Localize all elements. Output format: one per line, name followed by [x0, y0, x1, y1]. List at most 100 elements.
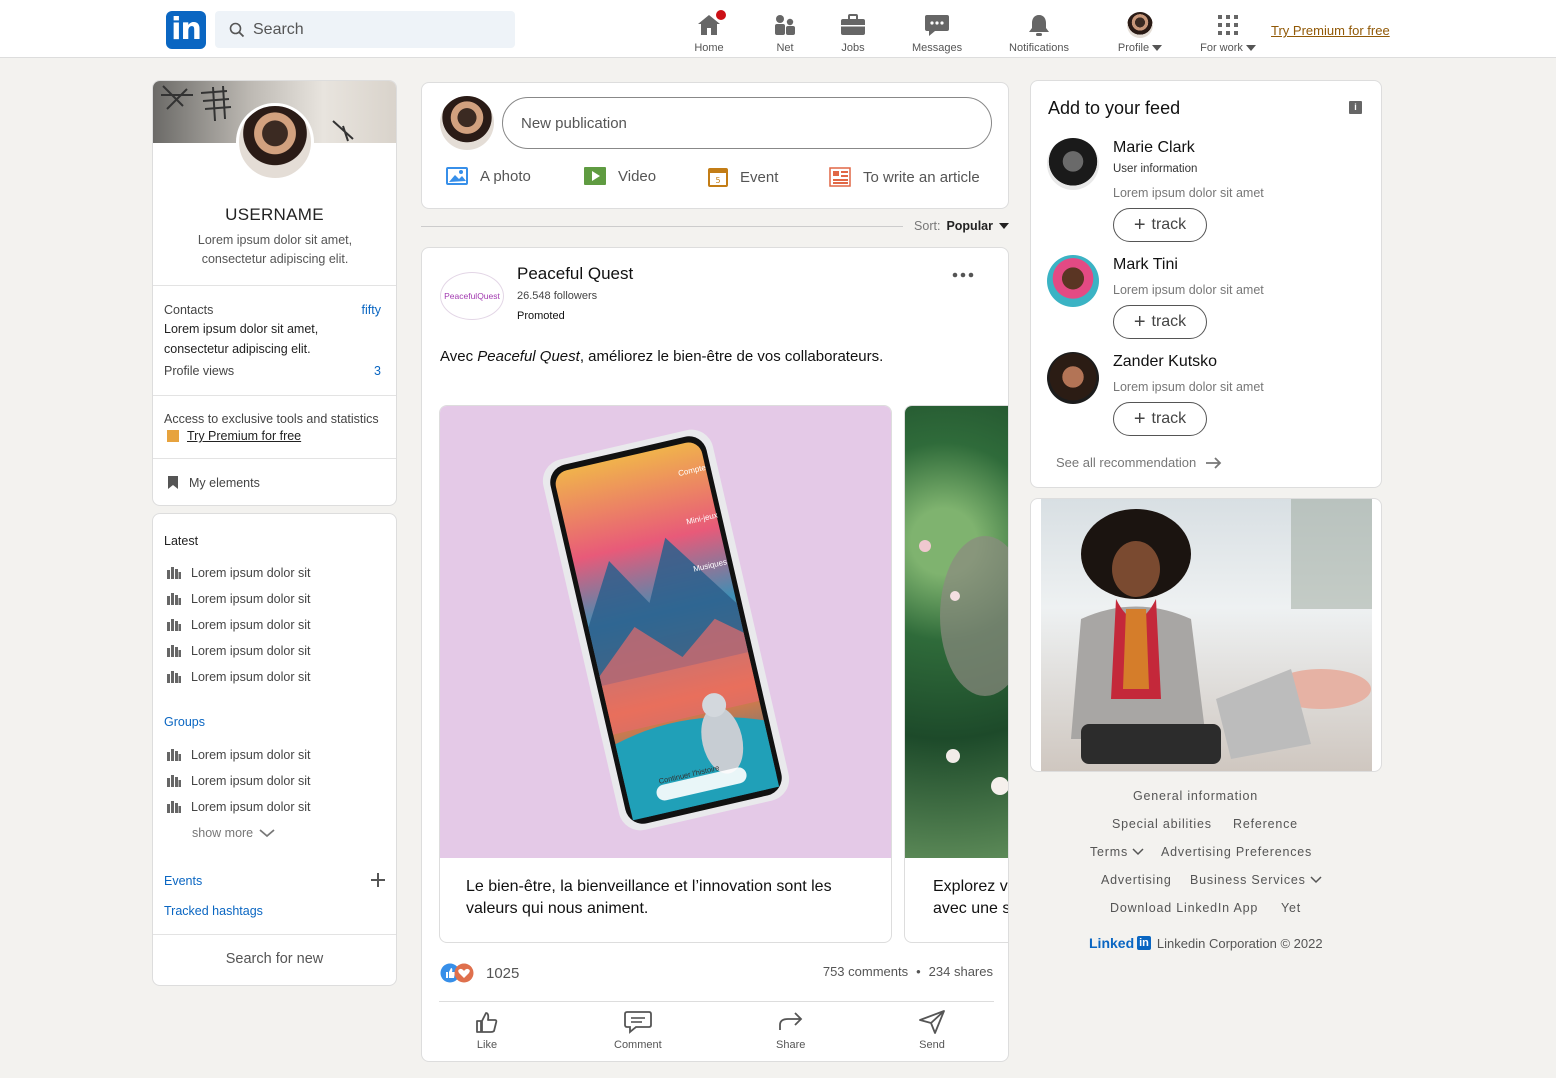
shortcuts-card: Latest Lorem ipsum dolor sit Lorem ipsum …: [152, 513, 397, 986]
profile-views-count[interactable]: 3: [374, 364, 381, 378]
contacts-count[interactable]: fifty: [362, 303, 381, 317]
list-item-label: Lorem ipsum dolor sit: [191, 774, 311, 788]
footer-business-services[interactable]: Business Services: [1190, 873, 1322, 887]
new-publication-input[interactable]: New publication: [502, 97, 992, 149]
footer-terms[interactable]: Terms: [1090, 845, 1144, 859]
nav-net[interactable]: Net: [770, 6, 800, 54]
suggestion-name[interactable]: Zander Kutsko: [1113, 353, 1217, 371]
list-item-label: Lorem ipsum dolor sit: [191, 592, 311, 606]
send-button[interactable]: Send: [919, 1010, 945, 1051]
write-article-button[interactable]: To write an article: [829, 167, 980, 187]
linkedin-logo[interactable]: in: [166, 11, 206, 49]
list-item-label: Lorem ipsum dolor sit: [191, 670, 311, 684]
list-item-label: Lorem ipsum dolor sit: [191, 748, 311, 762]
list-item[interactable]: Lorem ipsum dolor sit: [167, 774, 311, 788]
carousel-caption-1: Le bien-être, la bienveillance et l’inno…: [466, 878, 832, 917]
footer-special-abilities[interactable]: Special abilities: [1112, 817, 1212, 831]
ad-card[interactable]: [1030, 498, 1382, 772]
try-premium-link[interactable]: Try Premium for free: [1271, 23, 1390, 38]
promoted-label: Promoted: [517, 310, 565, 322]
sort-row: Sort: Popular: [421, 216, 1009, 238]
sort-dropdown[interactable]: Sort: Popular: [914, 219, 1009, 233]
list-item[interactable]: Lorem ipsum dolor sit: [167, 592, 311, 606]
footer-yet[interactable]: Yet: [1281, 901, 1301, 915]
suggestion-avatar[interactable]: [1047, 255, 1099, 307]
composer-avatar: [440, 96, 494, 150]
list-item[interactable]: Lorem ipsum dolor sit: [167, 800, 311, 814]
peaceful-quest-logo[interactable]: PeacefulQuest: [440, 272, 504, 320]
nav-messages[interactable]: Messages: [912, 6, 962, 54]
divider: [153, 395, 396, 396]
footer-advertising[interactable]: Advertising: [1101, 873, 1172, 887]
nav-profile[interactable]: Profile: [1115, 6, 1165, 54]
event-button[interactable]: 5 Event: [708, 167, 778, 187]
footer-reference[interactable]: Reference: [1233, 817, 1298, 831]
group-icon: [167, 567, 181, 579]
list-item[interactable]: Lorem ipsum dolor sit: [167, 618, 311, 632]
list-item[interactable]: Lorem ipsum dolor sit: [167, 670, 311, 684]
search-input[interactable]: [253, 20, 493, 39]
list-item-label: Lorem ipsum dolor sit: [191, 800, 311, 814]
footer-advertising-preferences[interactable]: Advertising Preferences: [1161, 845, 1312, 859]
nav-notifications[interactable]: Notifications: [1005, 6, 1073, 54]
contacts-label[interactable]: Contacts: [164, 303, 213, 317]
suggestion-avatar[interactable]: [1047, 352, 1099, 404]
list-item[interactable]: Lorem ipsum dolor sit: [167, 748, 311, 762]
premium-cta[interactable]: Try Premium for free: [167, 429, 301, 443]
home-icon: [694, 8, 728, 38]
add-to-feed-card: Add to your feed i Marie Clark User info…: [1030, 80, 1382, 488]
track-button[interactable]: + track: [1113, 208, 1207, 242]
list-item[interactable]: Lorem ipsum dolor sit: [167, 644, 311, 658]
like-button[interactable]: Like: [474, 1010, 500, 1051]
nav-label: Net: [776, 42, 794, 54]
suggestion-name[interactable]: Mark Tini: [1113, 256, 1178, 274]
post-author[interactable]: Peaceful Quest: [517, 264, 633, 284]
info-icon[interactable]: i: [1349, 101, 1362, 114]
nav-for-work[interactable]: For work: [1198, 6, 1258, 54]
chevron-down-icon: [1132, 848, 1144, 856]
nav-jobs[interactable]: Jobs: [838, 6, 868, 54]
groups-link[interactable]: Groups: [164, 715, 205, 729]
see-all-recommendations-link[interactable]: See all recommendation: [1056, 455, 1222, 470]
search-bar[interactable]: [215, 11, 515, 48]
calendar-icon: 5: [708, 168, 728, 187]
track-button[interactable]: + track: [1113, 305, 1207, 339]
comments-count[interactable]: 753 comments: [823, 964, 908, 979]
carousel-card-1[interactable]: Compte Mini-jeux Musiques Continuer l'hi…: [439, 405, 892, 943]
group-icon: [167, 671, 181, 683]
show-more-button[interactable]: show more: [192, 826, 275, 840]
shares-count[interactable]: 234 shares: [929, 964, 993, 979]
network-icon: [770, 12, 800, 38]
tracked-hashtags-link[interactable]: Tracked hashtags: [164, 904, 263, 918]
profile-bio: Lorem ipsum dolor sit amet, consectetur …: [197, 233, 353, 266]
search-for-new-button[interactable]: Search for new: [153, 951, 396, 967]
video-button[interactable]: Video: [584, 167, 656, 185]
nav-label: Notifications: [1009, 42, 1069, 54]
profile-views-label[interactable]: Profile views: [164, 364, 234, 378]
share-button[interactable]: Share: [776, 1010, 805, 1051]
profile-username[interactable]: USERNAME: [153, 205, 396, 225]
ad-image-woman-laptop: [1041, 499, 1372, 771]
plus-icon[interactable]: [371, 873, 385, 887]
my-elements[interactable]: My elements: [167, 475, 260, 490]
more-options-icon[interactable]: [952, 272, 974, 278]
suggestion-desc: Lorem ipsum dolor sit amet: [1113, 380, 1264, 394]
suggestion-name[interactable]: Marie Clark: [1113, 139, 1195, 157]
footer-download-app[interactable]: Download LinkedIn App: [1110, 901, 1258, 915]
events-link[interactable]: Events: [164, 874, 202, 888]
contacts-desc: Lorem ipsum dolor sit amet, consectetur …: [164, 322, 319, 356]
track-button[interactable]: + track: [1113, 402, 1207, 436]
footer-general-information[interactable]: General information: [1133, 789, 1258, 803]
comments-shares-summary[interactable]: 753 comments • 234 shares: [823, 964, 993, 979]
photo-button[interactable]: A photo: [446, 167, 531, 185]
carousel-card-2[interactable]: Explorez v avec une s: [904, 405, 1008, 943]
divider: [439, 1001, 994, 1002]
profile-avatar[interactable]: [236, 103, 314, 181]
list-item[interactable]: Lorem ipsum dolor sit: [167, 566, 311, 580]
reactions-summary[interactable]: 1025: [440, 963, 519, 983]
comment-button[interactable]: Comment: [614, 1010, 662, 1051]
nav-label: For work: [1200, 42, 1256, 54]
suggestion-avatar[interactable]: [1047, 138, 1099, 190]
photo-icon: [446, 167, 468, 185]
nav-home[interactable]: Home: [690, 6, 728, 54]
